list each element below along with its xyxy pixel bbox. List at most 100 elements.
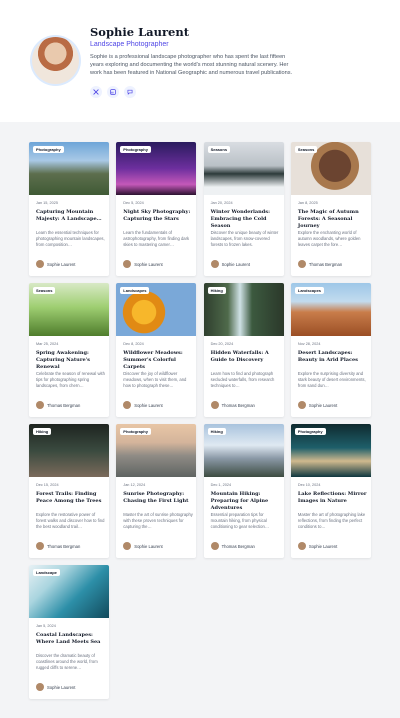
post-date: Jan 5, 2024 [36,624,56,628]
post-title[interactable]: Capturing Mountain Majesty: A Landscape… [36,209,106,223]
post-grid: Photography Jan 15, 2025 Capturing Mount… [29,142,371,699]
post-author: Thomas Bergman [210,542,255,550]
post-card[interactable]: Photography Dec 5, 2024 Night Sky Photog… [116,142,197,276]
post-title[interactable]: The Magic of Autumn Forests: A Seasonal … [298,209,368,230]
author-avatar [36,401,44,409]
post-title[interactable]: Hidden Waterfalls: A Guide to Discovery [211,350,281,364]
post-author: Sophie Laurent [123,260,163,268]
post-title[interactable]: Mountain Hiking: Preparing for Alpine Ad… [211,491,281,512]
social-links [90,86,136,98]
post-excerpt: Learn how to find and photograph seclude… [210,371,275,388]
post-card[interactable]: Landscapes Nov 28, 2024 Desert Landscape… [290,283,371,417]
author-avatar [210,260,219,268]
post-card[interactable]: Seasons Jan 20, 2024 Winter Wonderlands:… [203,142,284,276]
post-card[interactable]: Photography Jan 15, 2025 Capturing Mount… [29,142,109,276]
post-excerpt: Discover the dramatic beauty of coastlin… [36,653,98,670]
post-thumbnail[interactable]: Seasons [203,142,284,195]
author-name: Sophie Laurent [134,261,163,267]
post-author: Sophie Laurent [36,683,75,691]
post-excerpt: Master the art of sunrise photography wi… [123,512,193,529]
post-title[interactable]: Winter Wonderlands: Embracing the Cold S… [211,209,281,230]
post-card[interactable]: Hiking Dec 15, 2024 Forest Trails: Findi… [29,424,109,558]
post-title[interactable]: Lake Reflections: Mirror Images in Natur… [298,491,368,505]
post-excerpt: Celebrate the season of renewal with tip… [36,371,105,388]
post-excerpt: Master the art of photographing lake ref… [297,512,366,529]
profile-name: Sophie Laurent [90,25,190,39]
author-name: Thomas Bergman [47,543,81,549]
post-tag[interactable]: Seasons [294,146,318,153]
post-thumbnail[interactable]: Seasons [290,142,371,195]
post-title[interactable]: Sunrise Photography: Chasing the First L… [123,491,193,505]
author-name: Sophie Laurent [308,543,338,549]
post-tag[interactable]: Seasons [207,146,231,153]
post-thumbnail[interactable]: Hiking [203,283,284,336]
post-author: Sophie Laurent [36,260,75,268]
post-thumbnail[interactable]: Photography [116,424,197,477]
post-thumbnail[interactable]: Photography [116,142,197,195]
author-name: Sophie Laurent [47,684,76,690]
author-name: Sophie Laurent [221,261,250,267]
post-tag[interactable]: Landscapes [294,287,325,294]
post-date: Mar 25, 2024 [36,342,59,346]
author-avatar [123,401,132,409]
author-name: Sophie Laurent [47,261,76,267]
post-tag[interactable]: Hiking [207,287,226,294]
post-tag[interactable]: Landscape [33,569,60,576]
post-author: Thomas Bergman [297,260,342,268]
profile-bio: Sophie is a professional landscape photo… [90,54,293,77]
x-icon[interactable] [90,86,102,98]
post-card[interactable]: Landscape Jan 5, 2024 Coastal Landscapes… [29,565,109,699]
post-card[interactable]: Hiking Dec 20, 2024 Hidden Waterfalls: A… [203,283,284,417]
profile-role[interactable]: Landscape Photographer [90,41,169,48]
post-tag[interactable]: Photography [120,146,151,153]
post-card[interactable]: Seasons Jan 8, 2025 The Magic of Autumn … [290,142,371,276]
linkedin-icon[interactable] [107,86,119,98]
post-title[interactable]: Night Sky Photography: Capturing the Sta… [123,209,193,223]
post-date: Jan 12, 2024 [123,483,146,487]
post-card[interactable]: Landscapes Dec 8, 2024 Wildflower Meadow… [116,283,197,417]
author-avatar [210,542,219,550]
post-thumbnail[interactable]: Landscapes [290,283,371,336]
post-date: Dec 20, 2024 [210,342,234,346]
post-title[interactable]: Desert Landscapes: Beauty in Arid Places [298,350,368,364]
post-title[interactable]: Forest Trails: Finding Peace Among the T… [36,491,106,505]
author-name: Sophie Laurent [308,402,338,408]
post-excerpt: Discover the unique beauty of winter lan… [210,230,279,247]
post-date: Jan 15, 2025 [36,201,58,205]
post-title[interactable]: Wildflower Meadows: Summer's Colorful Ca… [123,350,193,371]
post-thumbnail[interactable]: Hiking [203,424,284,477]
post-tag[interactable]: Landscapes [120,287,150,294]
post-card[interactable]: Hiking Dec 1, 2024 Mountain Hiking: Prep… [203,424,284,558]
post-tag[interactable]: Photography [33,146,64,153]
post-excerpt: Learn the fundamentals of astrophotograp… [123,230,190,247]
post-tag[interactable]: Photography [120,428,151,435]
posts-section: Photography Jan 15, 2025 Capturing Mount… [0,122,400,718]
post-title[interactable]: Coastal Landscapes: Where Land Meets Sea [36,632,106,646]
post-card[interactable]: Seasons Mar 25, 2024 Spring Awakening: C… [29,283,109,417]
post-card[interactable]: Photography Dec 10, 2024 Lake Reflection… [290,424,371,558]
post-date: Dec 5, 2024 [123,201,144,205]
post-date: Jan 8, 2025 [297,201,318,205]
post-thumbnail[interactable]: Landscapes [116,283,197,336]
post-thumbnail[interactable]: Photography [29,142,109,195]
chat-icon[interactable] [124,86,136,98]
author-name: Thomas Bergman [221,402,255,408]
post-tag[interactable]: Photography [294,428,326,435]
author-avatar [123,260,132,268]
profile-avatar [30,35,81,86]
post-thumbnail[interactable]: Seasons [29,283,109,336]
post-date: Dec 8, 2024 [123,342,144,346]
post-thumbnail[interactable]: Photography [290,424,371,477]
post-tag[interactable]: Hiking [33,428,52,435]
post-thumbnail[interactable]: Hiking [29,424,109,477]
author-name: Sophie Laurent [134,543,163,549]
post-tag[interactable]: Hiking [207,428,226,435]
author-avatar [297,260,306,268]
post-excerpt: Learn the essential techniques for photo… [36,230,105,247]
post-title[interactable]: Spring Awakening: Capturing Nature's Ren… [36,350,106,371]
post-tag[interactable]: Seasons [33,287,56,294]
post-thumbnail[interactable]: Landscape [29,565,109,618]
post-author: Sophie Laurent [123,401,163,409]
post-card[interactable]: Photography Jan 12, 2024 Sunrise Photogr… [116,424,197,558]
post-date: Dec 10, 2024 [297,483,321,487]
